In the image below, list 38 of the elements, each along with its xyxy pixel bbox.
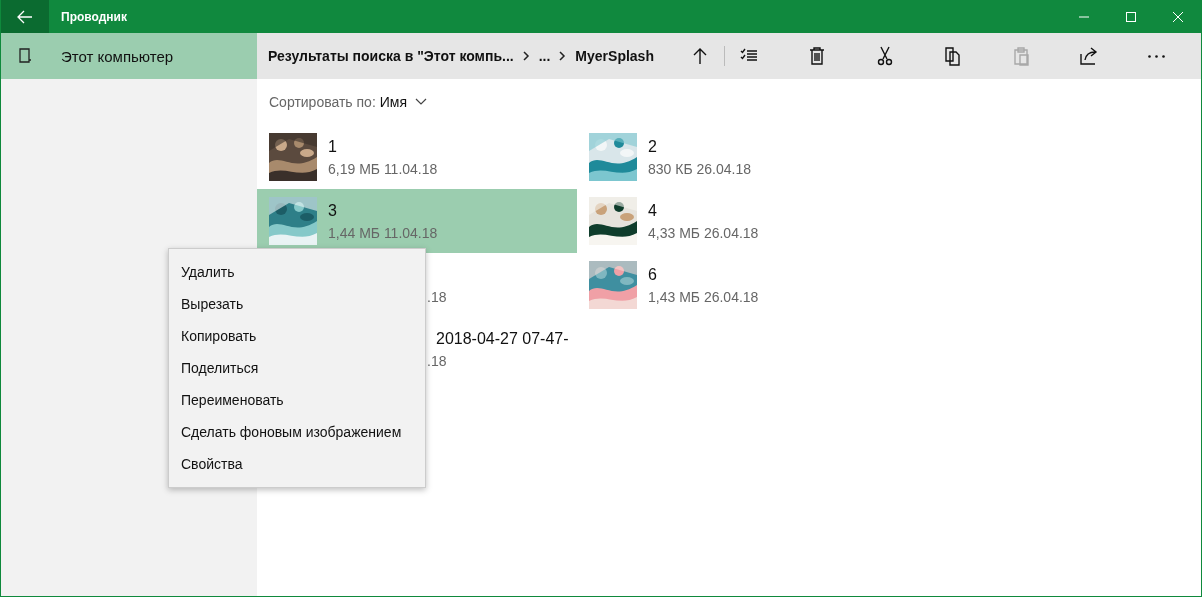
menu-item[interactable]: Поделиться xyxy=(169,352,425,384)
file-name: 2018-04-27 07-47- xyxy=(435,329,569,349)
sidebar-item[interactable]: Этот компьютер xyxy=(1,33,257,79)
back-button[interactable] xyxy=(1,0,49,33)
menu-item[interactable]: Сделать фоновым изображением xyxy=(169,416,425,448)
file-details: 1,43 МБ 26.04.18 xyxy=(648,288,759,305)
file-name: 3 xyxy=(328,201,338,221)
file-details: 830 КБ 26.04.18 xyxy=(648,160,751,177)
file-item[interactable]: 2 830 КБ 26.04.18 xyxy=(577,125,897,189)
breadcrumb-link[interactable]: ... xyxy=(538,48,551,64)
file-item[interactable]: 1 6,19 МБ 11.04.18 xyxy=(257,125,577,189)
sort-dropdown[interactable]: Имя xyxy=(379,94,428,110)
menu-item[interactable]: Свойства xyxy=(169,448,425,480)
menu-item[interactable]: Переименовать xyxy=(169,384,425,416)
device-icon xyxy=(18,48,32,64)
close-icon xyxy=(1172,11,1183,22)
file-details: .18 xyxy=(427,352,448,369)
file-name: 1 xyxy=(328,137,338,157)
file-item[interactable]: 3 1,44 МБ 11.04.18 xyxy=(257,189,577,253)
file-item[interactable]: 6 1,43 МБ 26.04.18 xyxy=(577,253,897,317)
file-details: 1,44 МБ 11.04.18 xyxy=(328,224,438,241)
back-arrow-icon xyxy=(17,9,33,24)
file-details: 4,33 МБ 26.04.18 xyxy=(648,224,759,241)
file-name: 4 xyxy=(648,201,658,221)
breadcrumb-link[interactable]: Результаты поиска в "Этот компь... xyxy=(268,48,514,64)
menu-item[interactable]: Удалить xyxy=(169,256,425,288)
breadcrumb-link[interactable]: MyerSplash xyxy=(575,48,654,64)
file-details: .18 xyxy=(427,288,447,305)
sort-label: Сортировать по: xyxy=(269,94,376,110)
file-name: 2 xyxy=(648,137,658,157)
chevron-down-icon xyxy=(415,98,428,106)
file-details: 6,19 МБ 11.04.18 xyxy=(328,160,438,177)
file-item[interactable]: 4 4,33 МБ 26.04.18 xyxy=(577,189,897,253)
window-title: Проводник xyxy=(61,9,127,24)
menu-item[interactable]: Вырезать xyxy=(169,288,425,320)
maximize-icon xyxy=(1125,11,1136,22)
menu-item[interactable]: Копировать xyxy=(169,320,425,352)
file-name: 6 xyxy=(648,265,658,285)
